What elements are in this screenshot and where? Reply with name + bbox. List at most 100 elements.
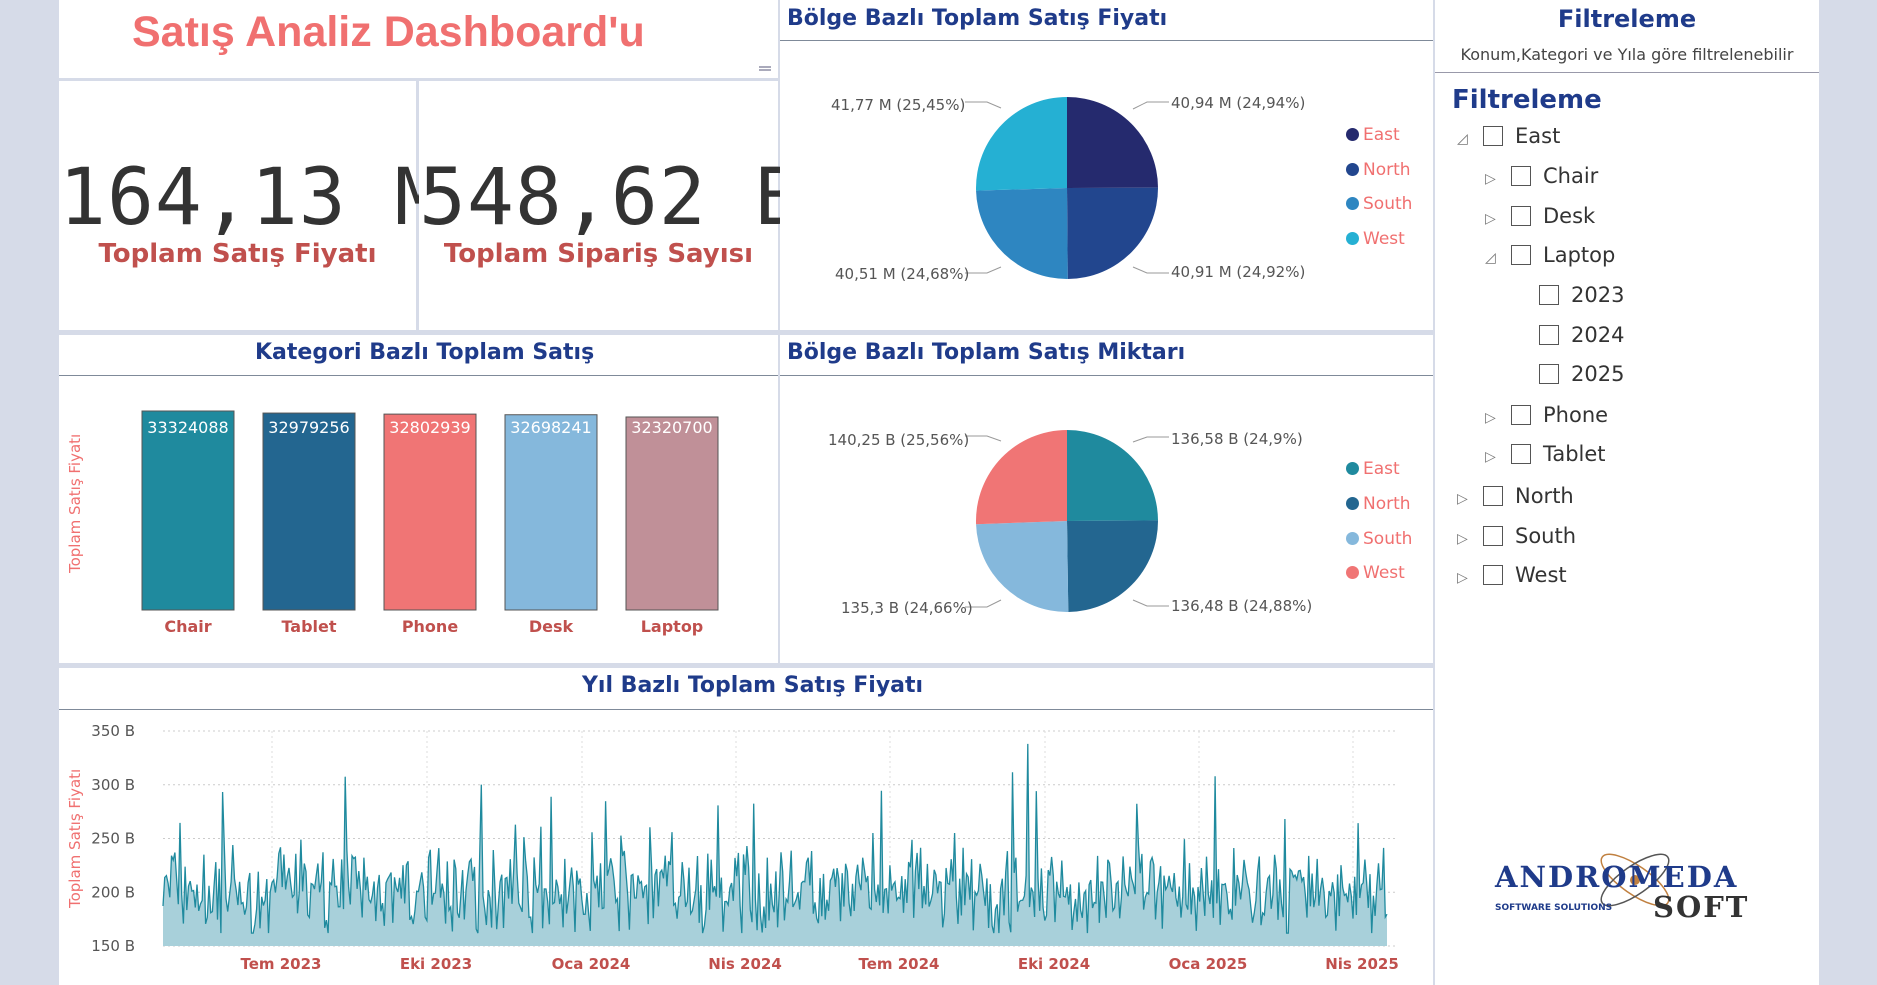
- expand-icon[interactable]: ▷: [1485, 171, 1503, 187]
- expand-icon[interactable]: ▷: [1485, 211, 1503, 227]
- checkbox[interactable]: [1511, 444, 1531, 464]
- logo-line2: SOFT: [1653, 890, 1750, 924]
- page-title: Satış Analiz Dashboard'u: [132, 8, 645, 56]
- tree-node-desk[interactable]: ▷ Desk: [1485, 204, 1595, 234]
- x-tick-label: Nis 2024: [708, 955, 782, 973]
- bar-value-label: 32698241: [510, 418, 592, 437]
- pie-panel-sales-qty: Bölge Bazlı Toplam Satış Miktarı 136,58 …: [780, 335, 1433, 663]
- legend-dot-icon: [1346, 566, 1359, 579]
- tree-node-2024[interactable]: 2024: [1539, 323, 1624, 353]
- legend-dot-icon: [1346, 128, 1359, 141]
- expand-icon[interactable]: ▷: [1457, 570, 1475, 586]
- tree-node-west[interactable]: ▷ West: [1457, 563, 1567, 593]
- checkbox[interactable]: [1511, 405, 1531, 425]
- checkbox[interactable]: [1483, 526, 1503, 546]
- y-tick-label: 150 B: [91, 937, 135, 955]
- legend-item-east[interactable]: East: [1346, 459, 1400, 479]
- slicer-title: Filtreleme: [1452, 85, 1602, 115]
- pie-leader-line: [1132, 266, 1169, 274]
- bar-category-label: Desk: [528, 617, 574, 636]
- pie-slice-north[interactable]: [1067, 187, 1158, 279]
- legend-item-west[interactable]: West: [1346, 563, 1405, 583]
- legend-item-north[interactable]: North: [1346, 494, 1411, 514]
- tree-node-tablet[interactable]: ▷ Tablet: [1485, 442, 1606, 472]
- y-tick-label: 200 B: [91, 883, 135, 901]
- expand-icon[interactable]: ▷: [1457, 531, 1475, 547]
- bar-tablet[interactable]: [262, 412, 356, 611]
- tree-node-2025[interactable]: 2025: [1539, 362, 1624, 392]
- bar-desk[interactable]: [504, 414, 598, 611]
- kpi-card-order-count: 548,62 B Toplam Sipariş Sayısı: [419, 81, 803, 330]
- tree-node-laptop[interactable]: ◿ Laptop: [1485, 243, 1615, 273]
- area-chart-yearly: 350 B 300 B 250 B 200 B 150 B Tem 2023 Eki 202…: [91, 722, 1399, 973]
- pie-slice-south[interactable]: [976, 188, 1068, 279]
- checkbox[interactable]: [1483, 126, 1503, 146]
- legend-dot-icon: [1346, 462, 1359, 475]
- kpi-label: Toplam Satış Fiyatı: [98, 239, 377, 269]
- tree-node-phone[interactable]: ▷ Phone: [1485, 403, 1608, 433]
- pie-leader-line: [1132, 599, 1169, 607]
- bar-value-label: 32802939: [389, 418, 471, 437]
- bar-category-label: Chair: [164, 617, 212, 636]
- more-options-icon[interactable]: [759, 66, 771, 71]
- checkbox[interactable]: [1511, 206, 1531, 226]
- legend-item-east[interactable]: East: [1346, 125, 1400, 145]
- title-panel: Satış Analiz Dashboard'u: [59, 0, 778, 78]
- logo-tagline: SOFTWARE SOLUTIONS: [1495, 903, 1613, 913]
- pie-slice-label: 135,3 B (24,66%): [841, 599, 973, 617]
- tree-node-north[interactable]: ▷ North: [1457, 484, 1574, 514]
- pie-slice-west[interactable]: [976, 97, 1067, 191]
- bar-chair[interactable]: [141, 410, 235, 611]
- pie-leader-line: [965, 101, 1002, 109]
- collapse-icon[interactable]: ◿: [1457, 131, 1475, 147]
- legend-dot-icon: [1346, 163, 1359, 176]
- filter-subtitle: Konum,Kategori ve Yıla göre filtrelenebi…: [1460, 45, 1794, 64]
- legend-item-north[interactable]: North: [1346, 160, 1411, 180]
- x-tick-label: Tem 2024: [858, 955, 939, 973]
- pie-slice-label: 41,77 M (25,45%): [831, 96, 966, 114]
- kpi-value: 548,62 B: [419, 153, 803, 243]
- pie-slice-south[interactable]: [976, 521, 1069, 612]
- checkbox[interactable]: [1539, 285, 1559, 305]
- pie-panel-sales-price: Bölge Bazlı Toplam Satış Fiyatı 40,94 M …: [780, 0, 1433, 330]
- bar-laptop[interactable]: [625, 416, 719, 611]
- bar-phone[interactable]: [383, 413, 477, 611]
- y-tick-label: 350 B: [91, 722, 135, 740]
- pie-leader-line: [1132, 101, 1169, 110]
- checkbox[interactable]: [1483, 486, 1503, 506]
- x-tick-label: Eki 2023: [400, 955, 472, 973]
- expand-icon[interactable]: ▷: [1485, 449, 1503, 465]
- x-tick-label: Oca 2025: [1169, 955, 1248, 973]
- tree-node-south[interactable]: ▷ South: [1457, 524, 1576, 554]
- bar-category-label: Phone: [401, 617, 459, 636]
- pie-slice-north[interactable]: [1067, 520, 1158, 612]
- line-panel-yearly: Yıl Bazlı Toplam Satış Fiyatı Toplam Sat…: [59, 668, 1433, 985]
- pie-slice-east[interactable]: [1067, 97, 1158, 188]
- bar-category-label: Tablet: [281, 617, 337, 636]
- kpi-value: 164,13 M: [59, 153, 443, 243]
- checkbox[interactable]: [1511, 166, 1531, 186]
- checkbox[interactable]: [1539, 364, 1559, 384]
- pie-slice-east[interactable]: [1067, 430, 1158, 521]
- checkbox[interactable]: [1483, 565, 1503, 585]
- expand-icon[interactable]: ▷: [1485, 410, 1503, 426]
- legend-item-south[interactable]: South: [1346, 529, 1412, 549]
- collapse-icon[interactable]: ◿: [1485, 250, 1503, 266]
- legend-item-south[interactable]: South: [1346, 194, 1412, 214]
- y-tick-label: 300 B: [91, 776, 135, 794]
- x-tick-label: Nis 2025: [1325, 955, 1399, 973]
- filter-panel: Filtreleme Konum,Kategori ve Yıla göre f…: [1435, 0, 1819, 985]
- tree-node-chair[interactable]: ▷ Chair: [1485, 164, 1598, 194]
- pie-slice-west[interactable]: [976, 430, 1067, 525]
- tree-node-2023[interactable]: 2023: [1539, 283, 1624, 313]
- checkbox[interactable]: [1511, 245, 1531, 265]
- kpi-card-sales-price: 164,13 M Toplam Satış Fiyatı: [59, 81, 443, 330]
- checkbox[interactable]: [1539, 325, 1559, 345]
- x-tick-label: Tem 2023: [240, 955, 321, 973]
- bar-panel-category: Kategori Bazlı Toplam Satış Toplam Satış…: [59, 335, 778, 663]
- bar-value-label: 32979256: [268, 418, 350, 437]
- legend-item-west[interactable]: West: [1346, 229, 1405, 249]
- expand-icon[interactable]: ▷: [1457, 491, 1475, 507]
- tree-node-east[interactable]: ◿ East: [1457, 124, 1560, 154]
- bar-value-label: 32320700: [631, 418, 713, 437]
